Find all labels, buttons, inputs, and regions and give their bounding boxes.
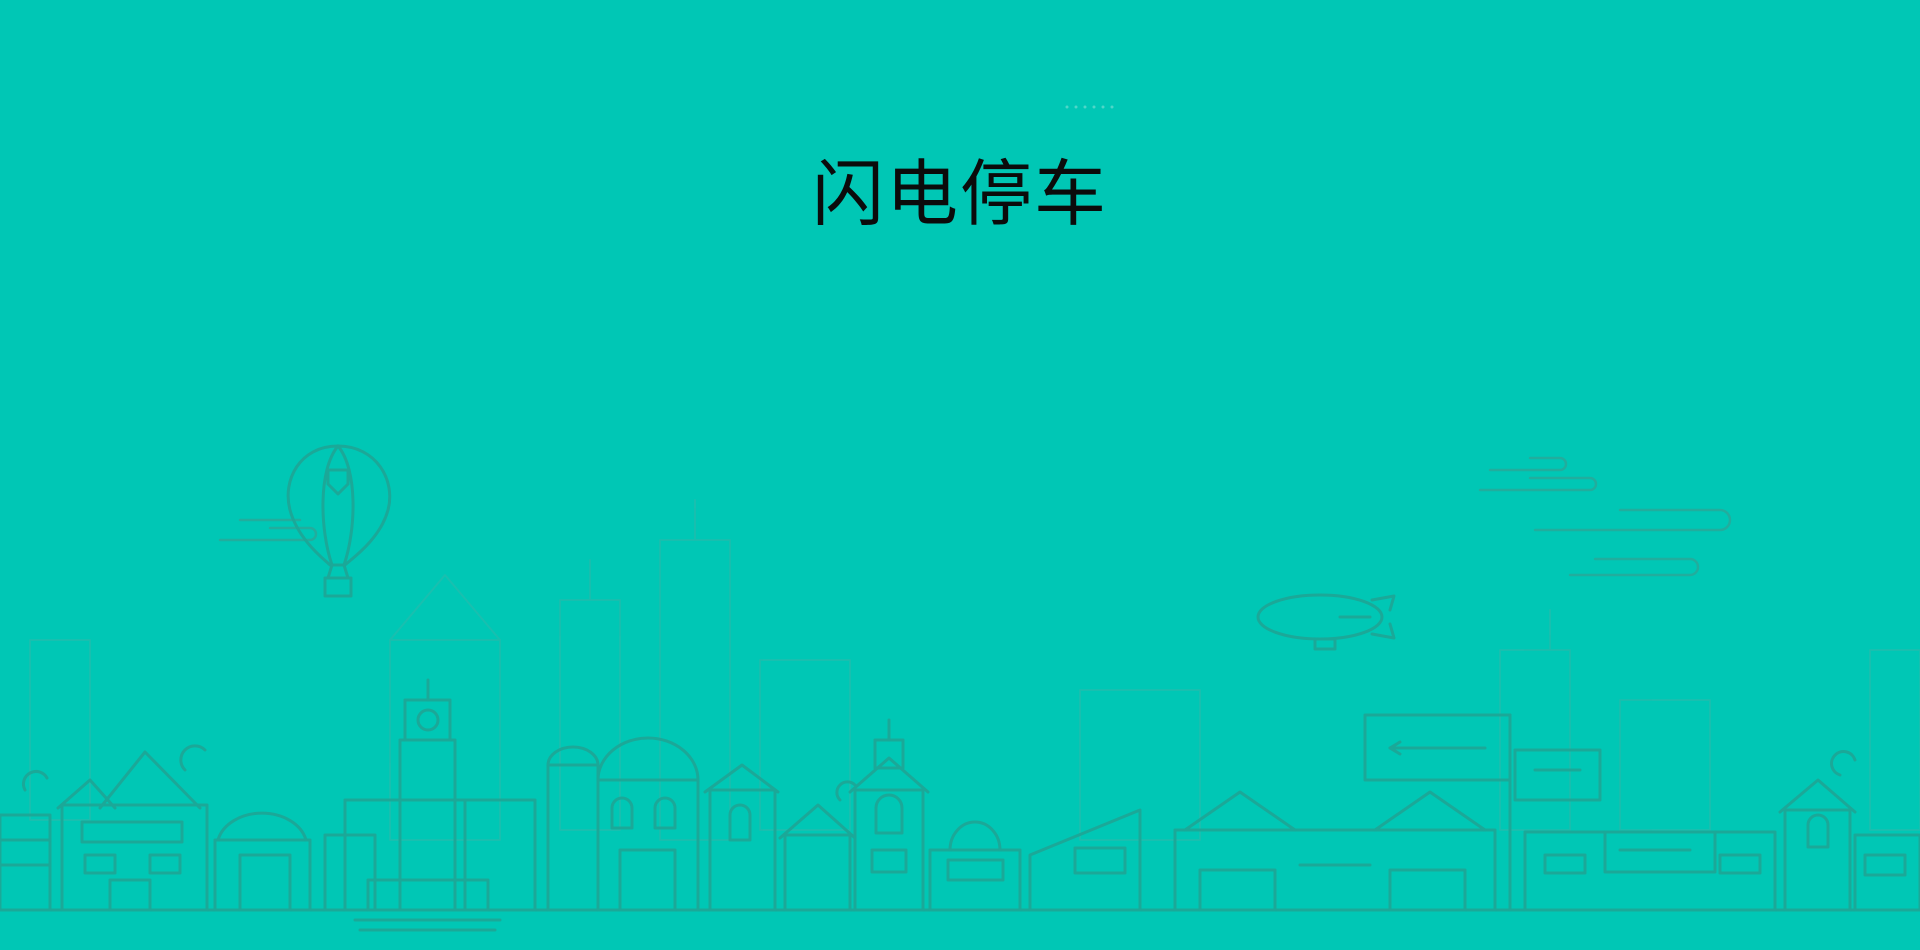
cloud-icon bbox=[218, 456, 1732, 577]
building-icon bbox=[0, 678, 1920, 932]
hot-air-balloon-icon bbox=[286, 444, 392, 598]
page: 闪电停车 bbox=[0, 0, 1920, 950]
city-illustration bbox=[0, 444, 1920, 932]
airship-icon bbox=[1256, 593, 1396, 651]
